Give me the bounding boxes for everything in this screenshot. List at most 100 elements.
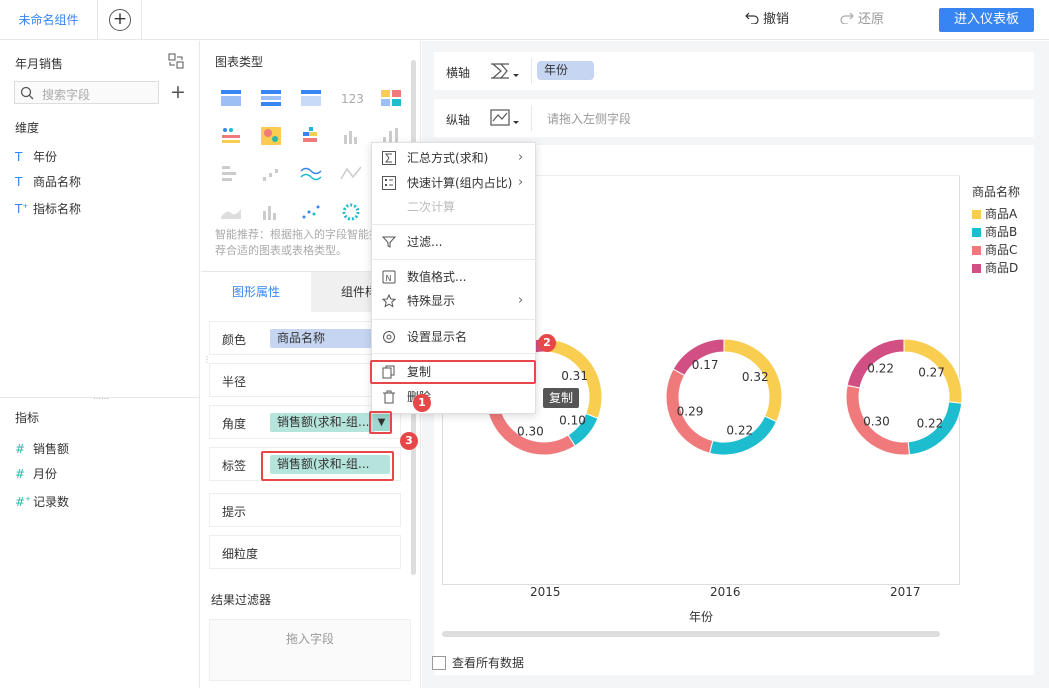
table-chart-icon[interactable] — [219, 87, 243, 109]
y-axis-type-icon[interactable] — [489, 108, 521, 128]
radar-line-icon[interactable] — [339, 163, 363, 185]
dimension-field-metric-name[interactable]: T+ 指标名称 — [15, 197, 82, 216]
legend-item-c[interactable]: 商品C — [972, 241, 1042, 259]
legend-item-a[interactable]: 商品A — [972, 205, 1042, 223]
menu-item-special-display[interactable]: 特殊显示 › — [372, 290, 537, 312]
menu-separator — [372, 353, 537, 354]
menu-item-quick-calc[interactable]: 快速计算(组内占比) › — [372, 172, 537, 194]
heatmap-icon[interactable] — [259, 125, 283, 147]
grouped-column-icon[interactable] — [259, 201, 283, 223]
menu-item-filter[interactable]: 过滤... — [372, 231, 537, 253]
dataset-title: 年月销售 — [15, 57, 64, 71]
step-badge-2: 2 — [538, 334, 556, 352]
donut-data-label: 0.22 — [867, 361, 894, 375]
step-badge-3: 3 — [400, 432, 418, 450]
dot-matrix-icon[interactable] — [219, 125, 243, 147]
prop-row-hint[interactable]: 提示 — [209, 493, 401, 527]
menu-item-aggregation[interactable]: 汇总方式(求和) › — [372, 147, 537, 169]
menu-item-number-format[interactable]: N 数值格式... — [372, 266, 537, 288]
result-filter-dropzone[interactable]: 拖入字段 — [209, 619, 411, 681]
stacked-bar-icon[interactable] — [299, 125, 323, 147]
legend-swatch — [972, 264, 981, 273]
view-all-label: 查看所有数据 — [452, 656, 525, 670]
chart-horizontal-scrollbar[interactable] — [442, 631, 940, 637]
tab-unnamed-component[interactable]: 未命名组件 — [0, 0, 98, 40]
add-tab-button[interactable]: + — [98, 0, 142, 40]
legend-item-b[interactable]: 商品B — [972, 223, 1042, 241]
y-axis-row: 纵轴 请拖入左侧字段 — [434, 99, 1034, 137]
kpi-number-icon[interactable]: 123 — [339, 87, 363, 109]
scatter-chart-icon[interactable] — [299, 201, 323, 223]
tab-graphic-properties[interactable]: 图形属性 — [201, 272, 311, 312]
donut-data-label: 0.27 — [918, 365, 945, 379]
resize-handle[interactable]: ⋯⋯ — [93, 395, 109, 403]
detail-table-icon[interactable] — [299, 87, 323, 109]
field-label: 月份 — [33, 467, 58, 481]
x-tick-2017: 2017 — [890, 585, 921, 599]
line-chart-icon[interactable] — [299, 163, 323, 185]
x-axis-title: 年份 — [689, 610, 714, 624]
menu-item-label: 设置显示名 — [407, 330, 468, 344]
metric-field-sales[interactable]: # 销售额 — [15, 440, 69, 458]
menu-item-delete[interactable]: 删除 — [372, 386, 537, 408]
menu-item-label: 数值格式... — [407, 270, 467, 284]
field-search-input[interactable]: 搜索字段 — [14, 81, 159, 104]
horizontal-bar-icon[interactable] — [219, 163, 243, 185]
dimension-field-year[interactable]: T 年份 — [15, 148, 57, 166]
kpi-card-icon[interactable] — [379, 87, 403, 109]
panel-resize-handle[interactable]: ⋮ — [203, 356, 211, 372]
legend-title: 商品名称 — [972, 185, 1021, 199]
menu-item-label: 快速计算(组内占比) — [407, 176, 513, 190]
donut-data-label: 0.30 — [517, 424, 544, 438]
field-label: 指标名称 — [33, 202, 82, 216]
field-label: 商品名称 — [33, 175, 82, 189]
x-axis-type-icon[interactable] — [489, 61, 521, 81]
result-filter-title: 结果过滤器 — [211, 593, 272, 607]
filter-placeholder: 拖入字段 — [286, 632, 335, 646]
redo-label: 还原 — [858, 12, 885, 27]
text-type-icon: T — [15, 175, 23, 189]
x-axis-field-pill[interactable]: 年份 — [537, 61, 594, 80]
area-chart-icon[interactable] — [219, 201, 243, 223]
redo-button[interactable]: 还原 — [840, 0, 884, 40]
menu-separator — [372, 259, 537, 260]
sigma-icon — [382, 151, 396, 165]
add-field-button[interactable]: + — [170, 81, 186, 103]
cross-table-icon[interactable] — [259, 87, 283, 109]
bubble-chart-icon[interactable] — [339, 201, 363, 223]
number-type-icon: # — [15, 467, 26, 481]
menu-item-set-display-name[interactable]: 设置显示名 — [372, 326, 537, 348]
y-axis-label: 纵轴 — [446, 113, 471, 127]
metric-field-record-count[interactable]: #+ 记录数 — [15, 490, 70, 509]
star-icon — [382, 294, 396, 308]
metric-field-month[interactable]: # 月份 — [15, 465, 57, 483]
bar-chart-icon[interactable] — [339, 125, 363, 147]
color-label: 颜色 — [222, 333, 247, 347]
legend-item-d[interactable]: 商品D — [972, 259, 1042, 277]
number-format-icon: N — [382, 270, 396, 284]
step-badge-1: 1 — [413, 394, 431, 412]
switch-dataset-icon[interactable] — [168, 53, 184, 69]
donut-data-label: 0.31 — [561, 369, 588, 383]
view-all-data-checkbox[interactable]: 查看所有数据 — [432, 654, 524, 671]
angle-field-pill[interactable]: 销售额(求和-组... — [270, 413, 375, 432]
separator — [531, 105, 532, 131]
dimension-field-product[interactable]: T 商品名称 — [15, 173, 81, 191]
donut-data-label: 0.29 — [677, 405, 704, 419]
undo-button[interactable]: 撤销 — [745, 0, 789, 40]
field-label: 记录数 — [33, 495, 70, 509]
menu-item-label: 特殊显示 — [407, 294, 456, 308]
donut-data-label: 0.10 — [559, 414, 586, 428]
menu-item-secondary-calc: 二次计算 — [372, 196, 537, 218]
donut-data-label: 0.22 — [726, 423, 753, 437]
scatter-bar-icon[interactable] — [259, 163, 283, 185]
checkbox-box[interactable] — [432, 656, 446, 670]
prop-row-granularity[interactable]: 细粒度 — [209, 535, 401, 569]
chevron-right-icon: › — [518, 175, 524, 190]
enter-dashboard-button[interactable]: 进入仪表板 — [939, 8, 1034, 32]
field-label: 销售额 — [33, 442, 70, 456]
legend-swatch — [972, 210, 981, 219]
legend-label: 商品B — [985, 225, 1018, 239]
copy-highlight-box — [370, 360, 536, 384]
number-type-icon: #+ — [15, 495, 31, 509]
